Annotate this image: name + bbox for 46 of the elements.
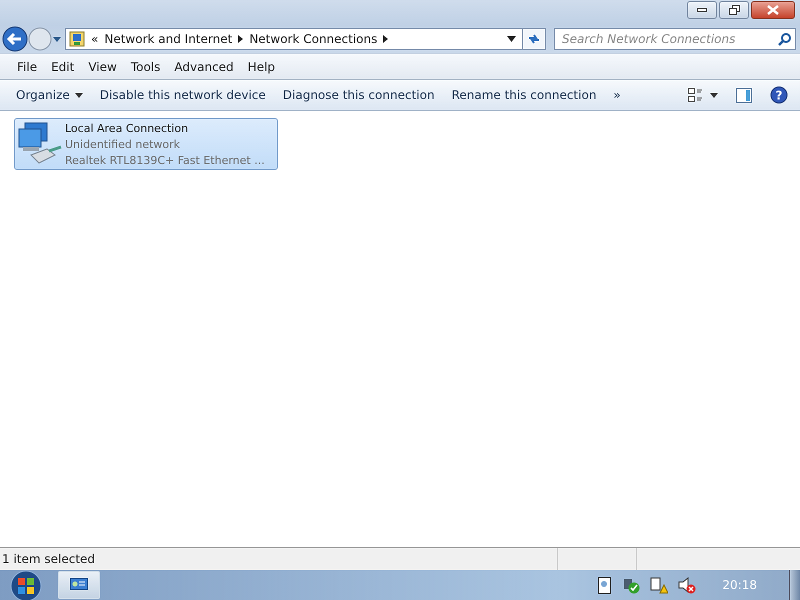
command-button[interactable]: Disable this network device (94, 88, 272, 102)
close-button[interactable] (751, 1, 795, 19)
network-window-icon (70, 578, 88, 592)
speaker-muted-icon[interactable] (678, 576, 696, 594)
chevron-right-icon[interactable] (238, 35, 244, 43)
search-icon (778, 33, 791, 46)
refresh-button[interactable] (522, 28, 546, 50)
address-bar[interactable]: « Network and Internet Network Connections (65, 28, 523, 50)
breadcrumb[interactable]: Network and Internet (104, 32, 232, 46)
menu-item[interactable]: Edit (44, 60, 82, 74)
network-folder-icon (69, 31, 85, 47)
view-options-icon[interactable] (688, 88, 718, 102)
minimize-icon (697, 8, 707, 12)
restore-button[interactable] (719, 1, 749, 19)
more-commands-button[interactable]: » (607, 88, 627, 102)
history-dropdown-icon[interactable] (52, 35, 62, 43)
command-button[interactable]: Diagnose this connection (276, 88, 441, 102)
show-desktop-button[interactable] (789, 570, 800, 600)
breadcrumb[interactable]: Network Connections (249, 32, 378, 46)
close-icon (767, 5, 779, 15)
menu-item[interactable]: View (81, 60, 124, 74)
connection-status: Unidentified network (65, 137, 182, 153)
help-icon[interactable]: ? (770, 86, 788, 104)
connection-item[interactable]: Local Area Connection Unidentified network Realtek RTL8139C+ Fast Ethernet ... (14, 118, 278, 170)
menu-item[interactable]: Tools (124, 60, 168, 74)
menu-item[interactable]: Help (240, 60, 282, 74)
network-warning-icon[interactable] (650, 576, 668, 594)
chevron-right-icon[interactable] (383, 35, 388, 43)
preview-pane-icon[interactable] (736, 88, 752, 102)
status-text: 1 item selected (1, 552, 96, 566)
adapter-name: Realtek RTL8139C+ Fast Ethernet ... (65, 153, 265, 169)
restore-icon (728, 5, 740, 15)
menu-item[interactable]: Advanced (167, 60, 241, 74)
command-button[interactable]: Organize (10, 88, 89, 102)
menu-item[interactable]: File (10, 60, 44, 74)
back-button[interactable] (2, 26, 28, 52)
document-icon[interactable] (598, 576, 612, 594)
breadcrumb-overflow[interactable]: « (91, 32, 98, 46)
dropdown-arrow-icon[interactable] (507, 36, 516, 42)
command-button[interactable]: Rename this connection (446, 88, 602, 102)
minimize-button[interactable] (687, 1, 717, 19)
taskbar-button[interactable] (58, 571, 100, 599)
shield-check-icon[interactable] (622, 576, 640, 594)
refresh-icon (527, 32, 541, 46)
connection-name: Local Area Connection (65, 121, 190, 137)
search-field[interactable]: Search Network Connections (554, 28, 796, 50)
